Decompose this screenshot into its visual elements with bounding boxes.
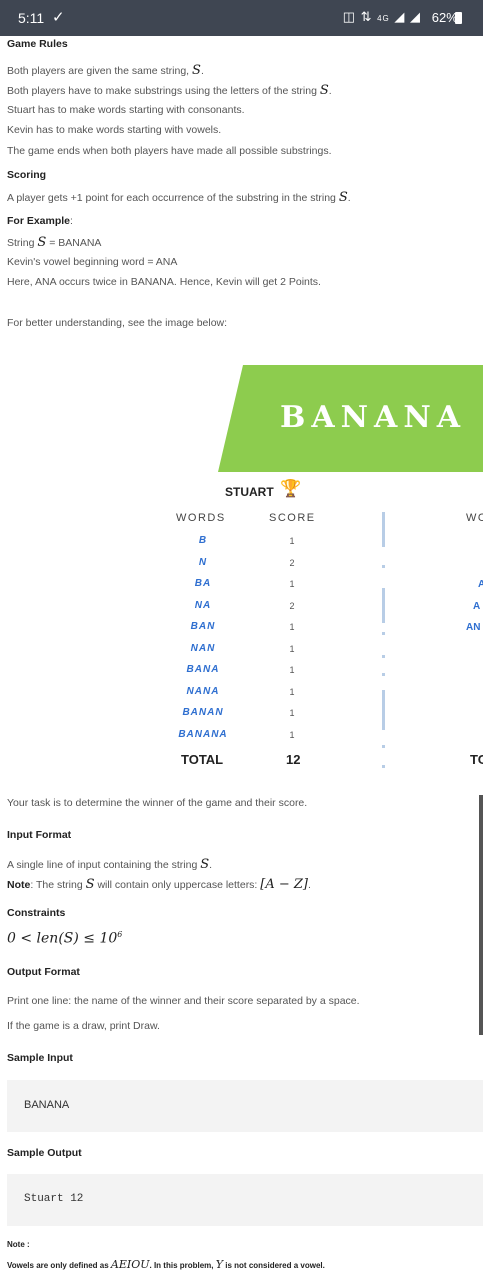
divider-dot xyxy=(382,632,385,635)
sample-output-box: Stuart 12 xyxy=(7,1174,483,1226)
sample-output-heading: Sample Output xyxy=(7,1147,82,1159)
score-cell: 1 xyxy=(289,579,295,589)
word-cell: B xyxy=(198,535,208,546)
sample-input-value: BANANA xyxy=(24,1099,70,1111)
rules-line1: Both players are given the same string, … xyxy=(7,63,204,78)
player-name: STUART xyxy=(225,485,274,499)
better-understanding: For better understanding, see the image … xyxy=(7,317,228,329)
word-cell: NANA xyxy=(186,685,220,697)
right-word: A xyxy=(473,601,481,612)
score-cell: 1 xyxy=(289,708,295,718)
total-label: TOTAL xyxy=(181,752,224,767)
banner-word: BANANA xyxy=(280,400,467,435)
output-format-heading: Output Format xyxy=(7,966,80,978)
divider xyxy=(382,588,385,623)
score-cell: 1 xyxy=(289,729,295,740)
constraints-heading: Constraints xyxy=(7,907,66,919)
status-bar: 5:11 ✓ ◫ ⇅ 4G ◢ ◢ 62% xyxy=(0,0,483,36)
word-cell: BANANA xyxy=(178,728,228,740)
sample-output-value: Stuart 12 xyxy=(24,1193,84,1205)
divider xyxy=(382,690,385,730)
status-time: 5:11 xyxy=(18,10,45,26)
rules-heading: Game Rules xyxy=(7,38,68,50)
scroll-indicator[interactable] xyxy=(479,795,483,1035)
task-line: Your task is to determine the winner of … xyxy=(7,797,308,809)
input-format-heading: Input Format xyxy=(7,829,72,841)
rules-line3: Stuart has to make words starting with c… xyxy=(7,104,245,116)
score-cell: 1 xyxy=(289,643,295,654)
column-words-right: WO xyxy=(466,512,483,524)
divider-dot xyxy=(382,673,385,676)
word-cell: BAN xyxy=(190,621,216,632)
example-string: String S = BANANA xyxy=(7,235,102,250)
input-format-note: Note: The string S will contain only upp… xyxy=(7,877,311,892)
word-cell: N xyxy=(198,556,208,568)
constraints-expr: 0 < len(S) ≤ 106 xyxy=(7,930,123,947)
right-word: AN xyxy=(466,622,481,633)
example-kevin: Kevin's vowel beginning word = ANA xyxy=(7,256,178,268)
trophy-icon: 🏆 xyxy=(280,479,302,498)
input-format-line: A single line of input containing the st… xyxy=(7,857,213,872)
score-cell: 1 xyxy=(289,665,295,675)
score-cell: 1 xyxy=(289,536,295,546)
word-cell: BANAN xyxy=(182,707,224,718)
scoring-heading: Scoring xyxy=(7,169,47,181)
word-cell: NAN xyxy=(190,642,216,654)
right-word: A xyxy=(478,579,483,590)
note-label: Note : xyxy=(7,1240,30,1249)
divider-dot xyxy=(382,655,385,658)
signal-icons: ◫ ⇅ 4G ◢ ◢ xyxy=(342,9,421,24)
word-cell: BA xyxy=(194,578,212,589)
sample-input-heading: Sample Input xyxy=(7,1052,73,1064)
total-label-right: TO xyxy=(470,752,483,767)
divider-dot xyxy=(382,745,385,748)
example-label: For Example: xyxy=(7,215,73,227)
scoring-line: A player gets +1 point for each occurren… xyxy=(7,190,351,205)
score-cell: 1 xyxy=(289,686,295,697)
rules-line2: Both players have to make substrings usi… xyxy=(7,83,332,98)
word-cell: NA xyxy=(194,599,212,611)
rules-line5: The game ends when both players have mad… xyxy=(7,145,332,157)
column-score: SCORE xyxy=(269,512,316,524)
note-text: Vowels are only defined as AEIOU. In thi… xyxy=(7,1258,325,1271)
example-here: Here, ANA occurs twice in BANANA. Hence,… xyxy=(7,276,321,288)
score-cell: 1 xyxy=(289,622,295,632)
total-value: 12 xyxy=(286,752,301,767)
network-type: 4G xyxy=(377,14,390,23)
score-cell: 2 xyxy=(289,557,295,568)
score-cell: 2 xyxy=(289,600,295,611)
battery-icon xyxy=(455,12,462,24)
column-words: WORDS xyxy=(176,512,226,524)
word-cell: BANA xyxy=(186,664,220,675)
output-format-line2: If the game is a draw, print Draw. xyxy=(7,1020,160,1032)
sample-input-box: BANANA xyxy=(7,1080,483,1132)
divider-dot xyxy=(382,765,385,768)
check-icon: ✓ xyxy=(52,9,65,26)
divider-dot xyxy=(382,565,385,568)
rules-line4: Kevin has to make words starting with vo… xyxy=(7,124,222,136)
divider xyxy=(382,512,385,547)
output-format-line1: Print one line: the name of the winner a… xyxy=(7,995,360,1007)
